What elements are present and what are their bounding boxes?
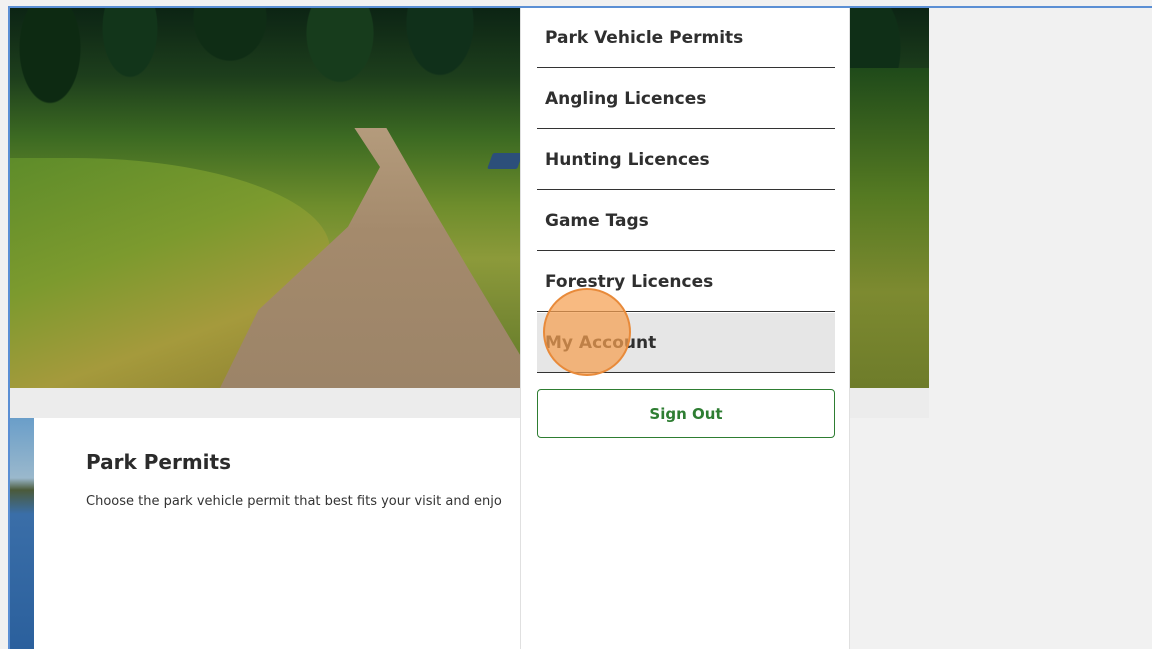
side-lake-image xyxy=(10,418,34,649)
menu-item-label: Angling Licences xyxy=(545,88,707,109)
grass-right xyxy=(848,68,929,388)
menu-item-hunting-licences[interactable]: Hunting Licences xyxy=(537,130,835,190)
card-title: Park Permits xyxy=(86,450,231,474)
menu-item-label: Game Tags xyxy=(545,210,649,231)
menu-item-label: My Account xyxy=(545,332,657,353)
park-permits-card: Park Permits Choose the park vehicle per… xyxy=(34,418,530,649)
menu-item-game-tags[interactable]: Game Tags xyxy=(537,191,835,251)
menu-item-angling-licences[interactable]: Angling Licences xyxy=(537,69,835,129)
trail-sign xyxy=(487,153,523,169)
sign-out-button[interactable]: Sign Out xyxy=(537,389,835,438)
menu-item-label: Forestry Licences xyxy=(545,271,714,292)
menu-item-my-account[interactable]: My Account xyxy=(537,313,835,373)
account-dropdown-menu: Park Vehicle Permits Angling Licences Hu… xyxy=(520,8,850,649)
menu-item-label: Hunting Licences xyxy=(545,149,710,170)
menu-item-park-vehicle-permits[interactable]: Park Vehicle Permits xyxy=(537,8,835,68)
menu-item-label: Park Vehicle Permits xyxy=(545,27,744,48)
browser-viewport: Park Permits Choose the park vehicle per… xyxy=(8,6,1152,649)
menu-item-forestry-licences[interactable]: Forestry Licences xyxy=(537,252,835,312)
card-description: Choose the park vehicle permit that best… xyxy=(86,494,502,509)
